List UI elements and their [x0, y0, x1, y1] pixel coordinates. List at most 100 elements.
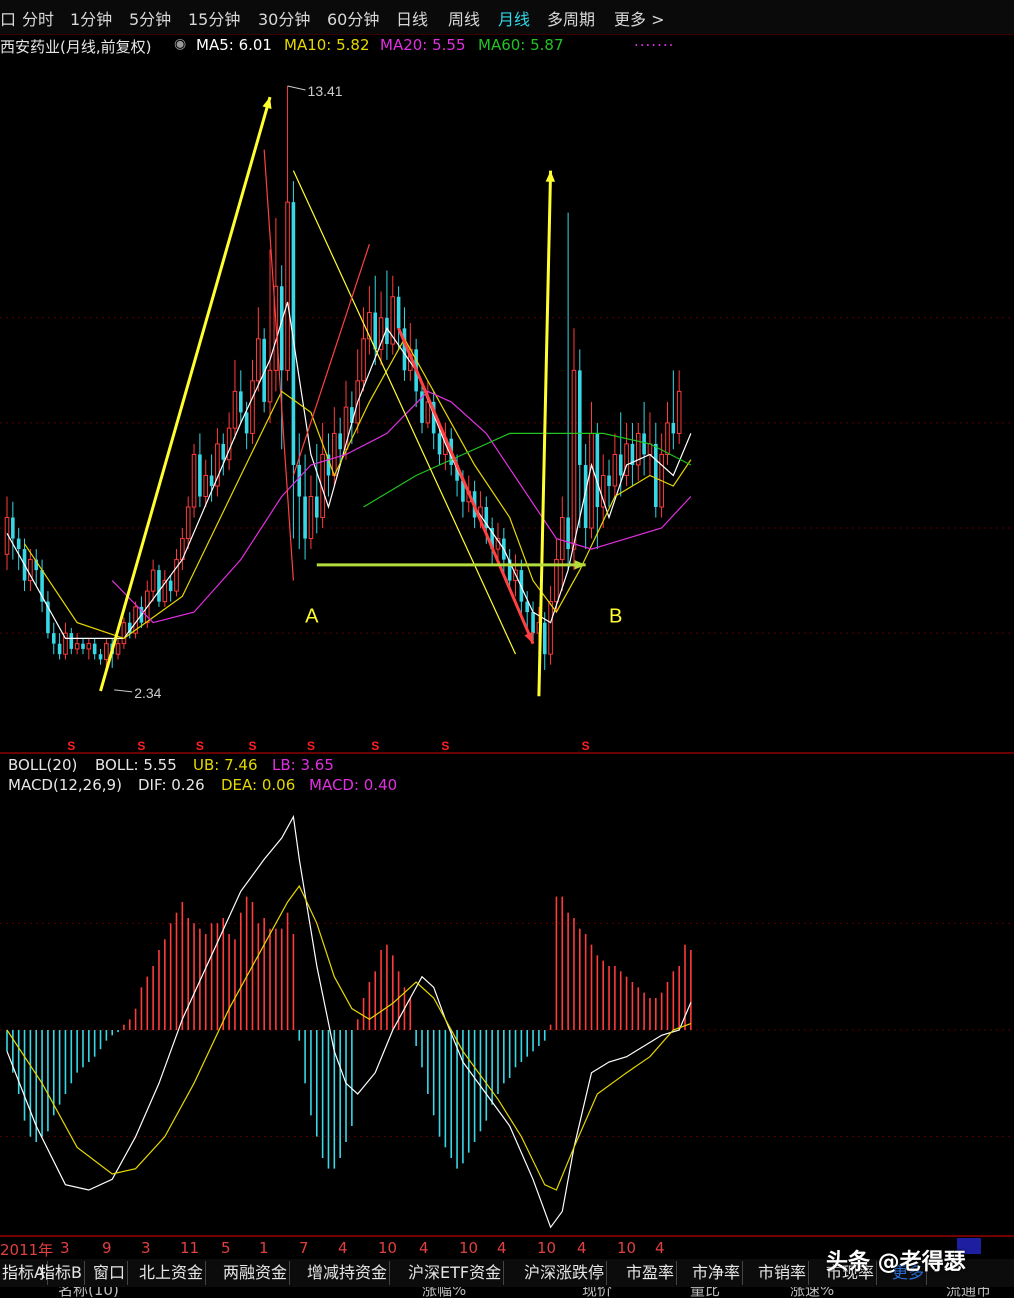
time-label: 3 — [60, 1239, 70, 1257]
annotation-yellow-arrow — [99, 96, 272, 692]
candle-up — [308, 496, 314, 540]
quote-column-header[interactable]: 涨幅% — [422, 1287, 466, 1298]
settings-icon[interactable]: ◉ — [174, 36, 186, 52]
ma10-value: MA10: 5.82 — [284, 36, 370, 54]
candle-down — [595, 433, 600, 508]
period-tab-2[interactable]: 1分钟 — [70, 6, 112, 30]
stock-title[interactable]: 西安药业(月线,前复权) — [0, 36, 151, 57]
candle-down — [98, 654, 103, 660]
bottom-tab-5[interactable]: 增减持资金 — [305, 1261, 391, 1285]
bottom-tab-9[interactable]: 市净率 — [690, 1261, 744, 1285]
time-label: 4 — [655, 1239, 665, 1257]
s-marker: S — [248, 739, 256, 753]
annotation-arrowhead — [262, 97, 272, 109]
candle-up — [150, 569, 156, 592]
ma5-value: MA5: 6.01 — [196, 36, 272, 54]
boll-ub-value: UB: 7.46 — [193, 756, 258, 774]
period-tab-0[interactable]: 口 — [0, 6, 16, 30]
period-tab-6[interactable]: 60分钟 — [327, 6, 379, 30]
bottom-tab-8[interactable]: 市盈率 — [624, 1261, 678, 1285]
candle-down — [279, 286, 284, 371]
boll-name[interactable]: BOLL(20) — [8, 756, 77, 774]
candle-down — [578, 370, 582, 465]
candle-down — [244, 412, 249, 434]
quote-column-header[interactable]: 名称(10) — [58, 1287, 119, 1298]
ma60-value: MA60: 5.87 — [478, 36, 564, 54]
candle-down — [209, 475, 214, 486]
time-label: 5 — [221, 1239, 231, 1257]
quote-column-header[interactable]: 现价 — [582, 1287, 612, 1298]
period-tab-8[interactable]: 周线 — [448, 6, 480, 30]
candle-down — [314, 496, 319, 518]
candle-down — [607, 475, 611, 486]
candle-up — [612, 453, 618, 487]
candle-up — [425, 401, 431, 424]
period-tab-10[interactable]: 多周期 — [547, 6, 595, 30]
candle-down — [437, 433, 442, 455]
period-tab-5[interactable]: 30分钟 — [258, 6, 310, 30]
candle-up — [267, 369, 273, 403]
annotation-arrowhead — [545, 170, 556, 182]
candle-down — [671, 422, 676, 434]
candle-up — [589, 432, 594, 529]
low-label: 2.34 — [134, 685, 161, 701]
time-label: 10 — [378, 1239, 398, 1257]
candle-down — [239, 391, 243, 413]
candle-down — [531, 612, 535, 634]
candle-up — [203, 474, 209, 498]
candle-down — [81, 643, 85, 649]
candle-down — [221, 443, 226, 460]
watermark: 头条 @老得瑟 — [826, 1250, 966, 1275]
annotation-label-a: A — [305, 606, 319, 628]
period-tab-7[interactable]: 日线 — [396, 6, 428, 30]
time-label: 3 — [141, 1239, 151, 1257]
candle-up — [185, 506, 191, 540]
time-label: 2011年 — [0, 1241, 54, 1259]
candle-up — [191, 453, 197, 508]
bottom-tab-4[interactable]: 两融资金 — [221, 1261, 291, 1285]
candle-down — [338, 433, 342, 450]
period-tab-11[interactable]: 更多 > — [614, 6, 665, 30]
bottom-tab-1[interactable]: 指标B — [37, 1261, 85, 1285]
candle-down — [653, 443, 658, 508]
high-label: 13.41 — [308, 83, 343, 99]
quote-list-header: 名称(10) 涨幅% 现价 量比 涨速% 流通市 — [0, 1287, 1014, 1298]
bottom-tab-2[interactable]: 窗口 — [91, 1261, 129, 1285]
candle-up — [226, 427, 232, 461]
macd-name[interactable]: MACD(12,26,9) — [8, 776, 122, 794]
more-ma-dots[interactable]: ....... — [634, 32, 674, 50]
ma20-value: MA20: 5.55 — [380, 36, 466, 54]
chart-canvas: A B 13.41 2.34 S S S S S S S S — [0, 83, 1014, 1237]
candle-down — [168, 580, 173, 592]
time-label: 4 — [419, 1239, 429, 1257]
time-label: 10 — [537, 1239, 557, 1257]
candle-down — [618, 454, 623, 476]
bottom-tab-6[interactable]: 沪深ETF资金 — [406, 1261, 505, 1285]
bottom-tab-7[interactable]: 沪深涨跌停 — [522, 1261, 608, 1285]
candle-down — [542, 622, 547, 655]
candle-up — [559, 517, 565, 561]
quote-column-header[interactable]: 涨速% — [790, 1287, 834, 1298]
candle-down — [566, 517, 570, 550]
ma60-line — [363, 432, 692, 508]
candle-down — [373, 312, 378, 350]
candle-down — [297, 464, 302, 497]
low-pointer — [114, 689, 133, 693]
bottom-tab-3[interactable]: 北上资金 — [137, 1261, 207, 1285]
annotation-yellow-line — [292, 170, 517, 655]
period-toolbar: 口分时 1分钟 5分钟 15分钟 30分钟 60分钟 日线 周线 月线 多周期 更多 > — [0, 0, 1014, 35]
s-marker: S — [441, 739, 449, 753]
dif-value: DIF: 0.26 — [138, 776, 205, 794]
time-label: 11 — [180, 1239, 200, 1257]
s-marker: S — [307, 739, 315, 753]
candle-down — [157, 570, 161, 602]
quote-column-header[interactable]: 量比 — [690, 1287, 720, 1298]
bottom-tab-10[interactable]: 市销率 — [756, 1261, 810, 1285]
period-tab-4[interactable]: 15分钟 — [188, 6, 240, 30]
period-tab-9[interactable]: 月线 — [498, 6, 530, 30]
period-tab-3[interactable]: 5分钟 — [129, 6, 171, 30]
candle-up — [665, 422, 670, 455]
dea-value: DEA: 0.06 — [221, 776, 296, 794]
quote-column-header[interactable]: 流通市 — [946, 1287, 991, 1298]
period-tab-1[interactable]: 分时 — [22, 6, 54, 30]
